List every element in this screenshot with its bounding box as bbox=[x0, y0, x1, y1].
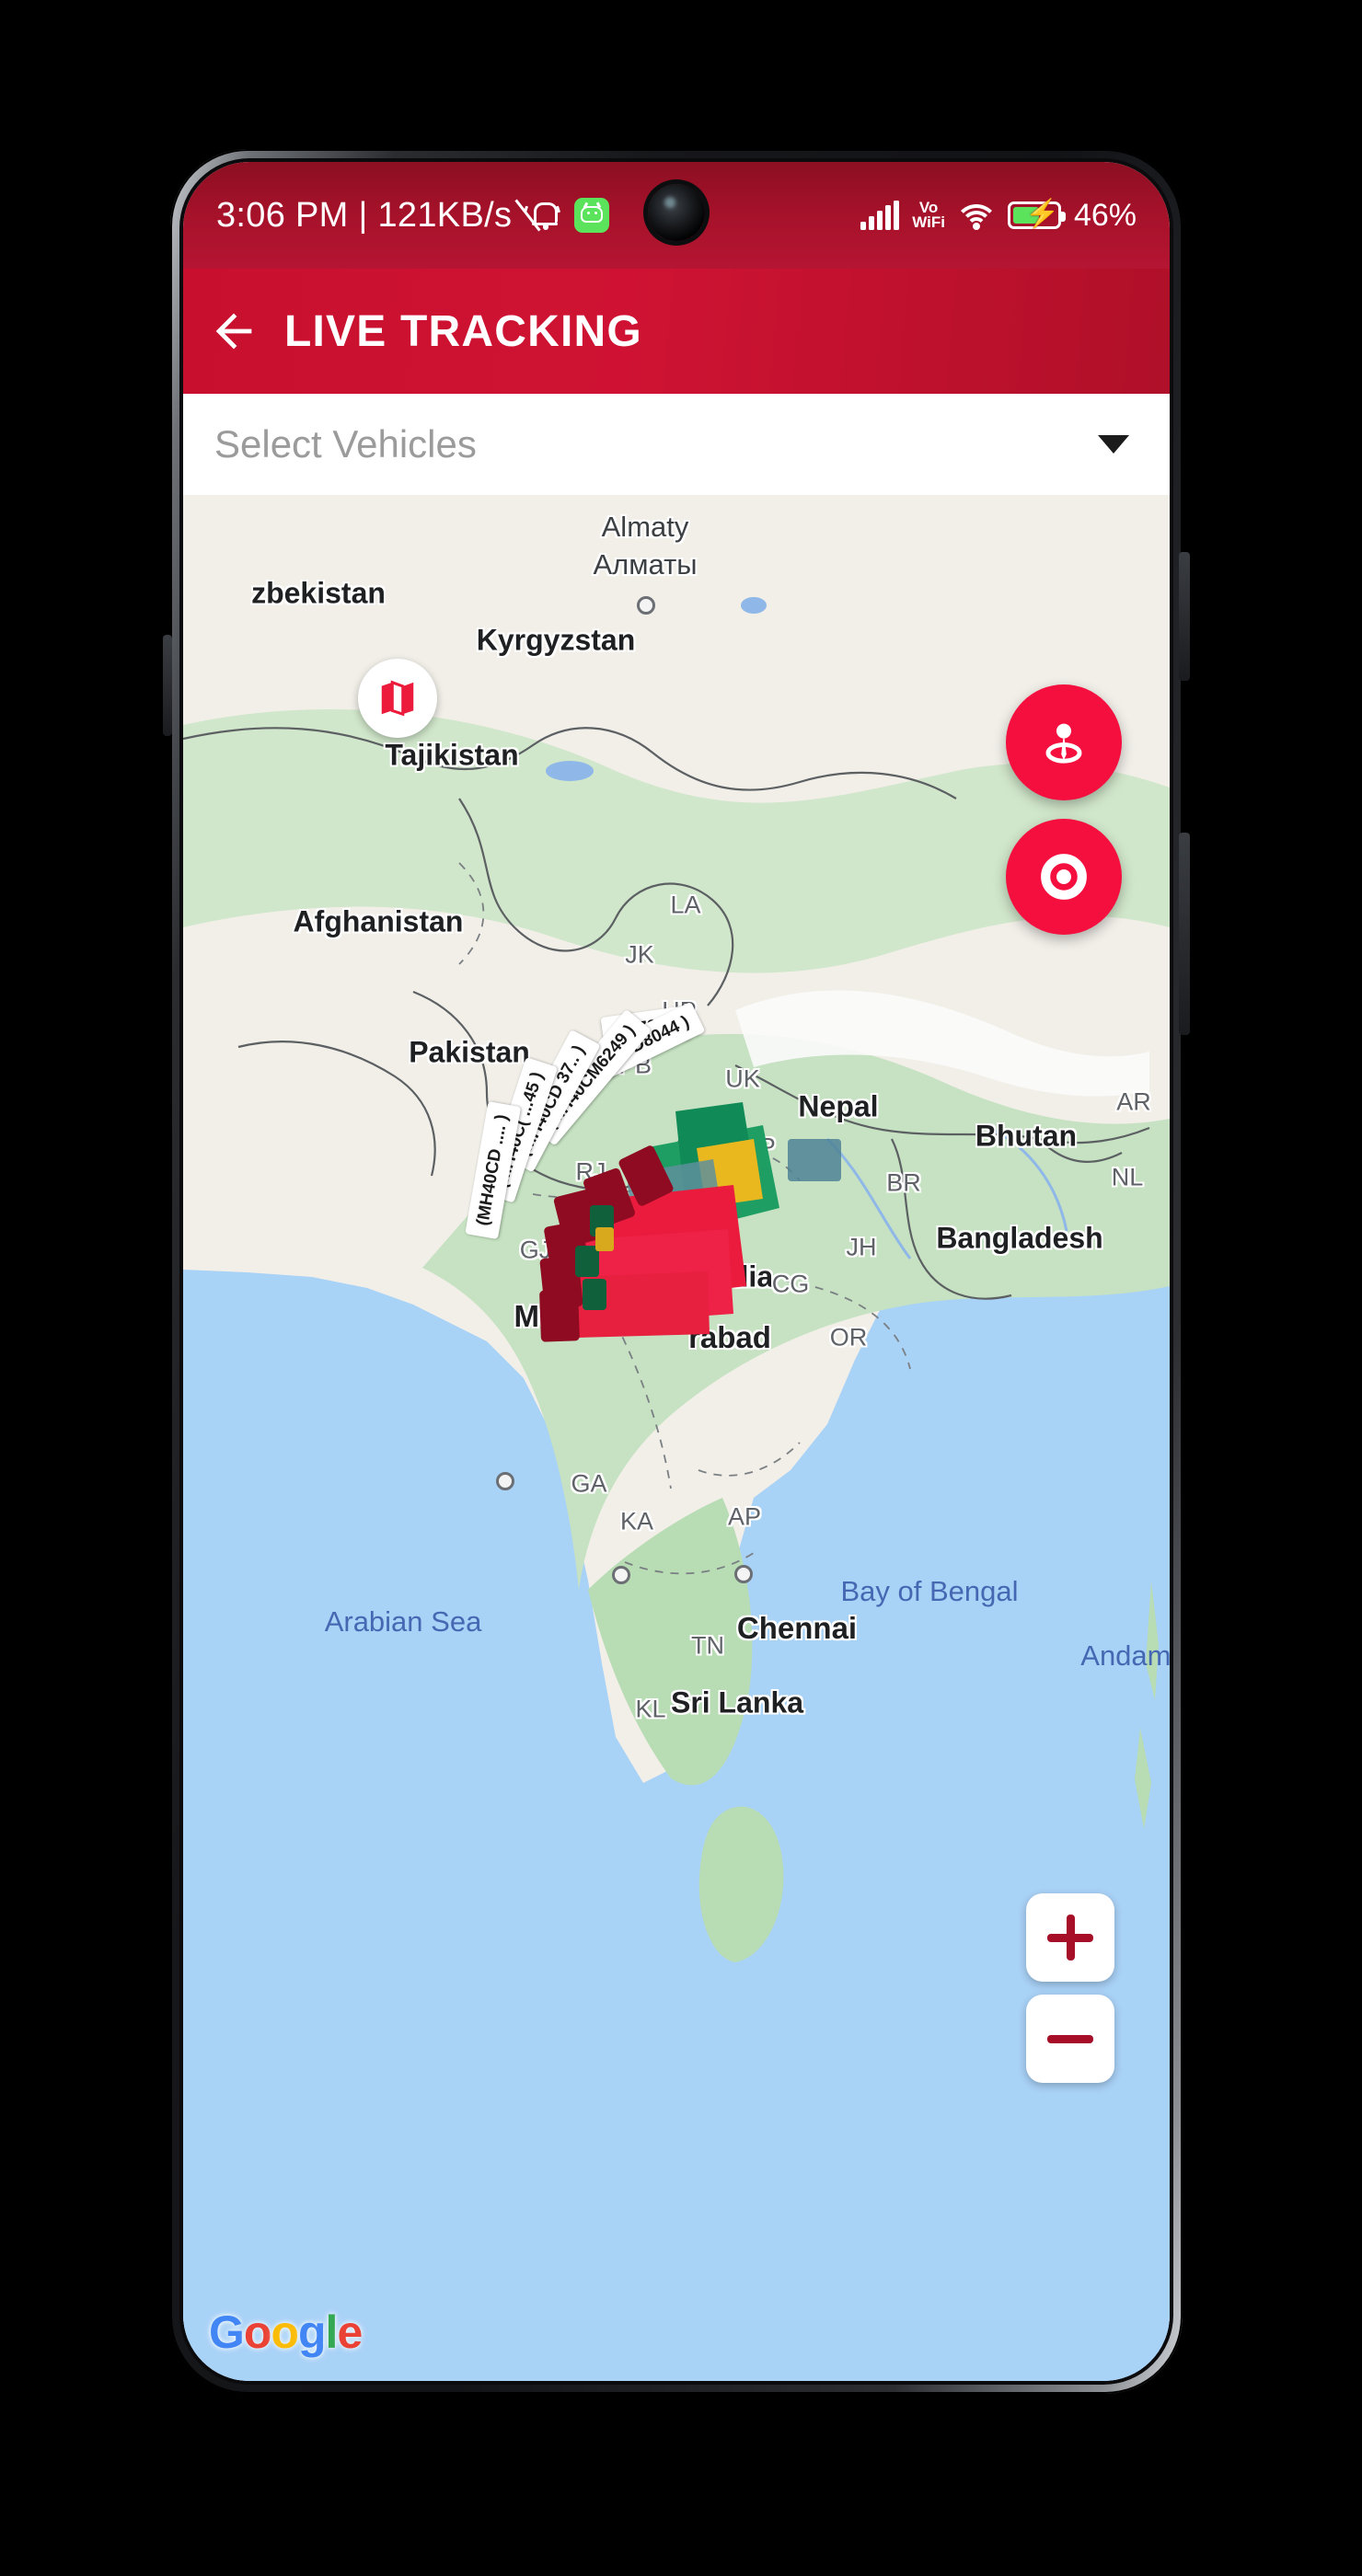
power-button[interactable] bbox=[1179, 833, 1190, 1035]
volte-label-bottom: WiFi bbox=[912, 213, 945, 231]
map-layers-button[interactable] bbox=[358, 659, 437, 738]
bell-mute-icon bbox=[514, 197, 561, 234]
google-logo-letter: o bbox=[271, 2306, 299, 2358]
map-city-dot bbox=[734, 1565, 753, 1583]
my-location-target-icon bbox=[1041, 854, 1087, 900]
wifi-icon bbox=[953, 201, 998, 230]
back-arrow-icon bbox=[215, 313, 252, 350]
google-logo-letter: G bbox=[209, 2306, 245, 2358]
side-button-left[interactable] bbox=[163, 635, 172, 736]
map-label-city: Almaty bbox=[601, 511, 689, 543]
app-bar: LIVE TRACKING bbox=[183, 269, 1170, 394]
page-title: LIVE TRACKING bbox=[284, 306, 642, 356]
map-label-state: AP bbox=[727, 1502, 762, 1531]
map-label-state: KL bbox=[635, 1695, 666, 1723]
vehicle-select-dropdown[interactable]: Select Vehicles bbox=[183, 394, 1170, 495]
plus-icon bbox=[1047, 1915, 1093, 1961]
minus-icon bbox=[1047, 2034, 1093, 2043]
map-label-country: Tajikistan bbox=[385, 738, 519, 772]
map-city-dot bbox=[637, 596, 655, 615]
set-location-button[interactable] bbox=[1006, 684, 1122, 800]
volume-button[interactable] bbox=[1179, 552, 1190, 681]
map-label-country: Bangladesh bbox=[936, 1221, 1103, 1255]
map-label-state: KA bbox=[619, 1507, 654, 1535]
battery-percent-label: 46% bbox=[1073, 197, 1137, 233]
map-label-city: Chennai bbox=[736, 1611, 858, 1645]
map-canvas[interactable]: Arabian Sea Bay of Bengal Andama zbekist… bbox=[183, 495, 1170, 2381]
phone-screen: 3:06 PM | 121KB/s Vo WiFi ⚡ 46% LIVE TRA… bbox=[183, 162, 1170, 2381]
map-label-city-native: Алматы bbox=[593, 548, 698, 581]
map-label-country: Sri Lanka bbox=[670, 1685, 804, 1719]
map-label-state: LA bbox=[670, 891, 701, 919]
screenshot-root: 3:06 PM | 121KB/s Vo WiFi ⚡ 46% LIVE TRA… bbox=[0, 0, 1362, 2576]
google-logo-letter: o bbox=[243, 2306, 272, 2358]
map-city-dot bbox=[496, 1472, 514, 1490]
signal-bars-icon bbox=[860, 201, 900, 230]
chevron-down-icon bbox=[1098, 435, 1129, 454]
google-logo: Google bbox=[209, 2306, 363, 2359]
google-logo-letter: e bbox=[337, 2306, 363, 2358]
zoom-out-button[interactable] bbox=[1026, 1995, 1114, 2083]
my-location-button[interactable] bbox=[1006, 819, 1122, 935]
map-label-country: Bhutan bbox=[975, 1119, 1078, 1153]
map-label-state: GA bbox=[571, 1469, 607, 1498]
map-label-state: NL bbox=[1111, 1163, 1144, 1191]
map-label-country: Kyrgyzstan bbox=[476, 623, 636, 657]
android-green-icon bbox=[574, 198, 610, 233]
front-camera-punch-hole bbox=[648, 184, 705, 241]
map-label-sea: Arabian Sea bbox=[324, 1605, 482, 1638]
map-label-state: JK bbox=[625, 940, 654, 969]
map-label-state: AR bbox=[1116, 1087, 1151, 1116]
location-pin-icon bbox=[1045, 723, 1082, 764]
status-bar-right: Vo WiFi ⚡ 46% bbox=[860, 198, 1137, 234]
map-label-state: BR bbox=[886, 1168, 921, 1197]
back-button[interactable] bbox=[183, 269, 284, 394]
status-clock: 3:06 PM | 121KB/s bbox=[216, 195, 513, 235]
status-bar-left: 3:06 PM | 121KB/s bbox=[216, 195, 610, 236]
map-label-sea: Bay of Bengal bbox=[840, 1575, 1019, 1607]
map-label-country: Afghanistan bbox=[293, 904, 464, 938]
vehicle-select-placeholder: Select Vehicles bbox=[214, 422, 477, 466]
google-logo-letter: l bbox=[325, 2306, 339, 2358]
map-label-sea: Andama bbox=[1080, 1639, 1170, 1672]
map-label-country: zbekistan bbox=[251, 576, 386, 610]
volte-wifi-icon: Vo WiFi bbox=[912, 200, 945, 231]
map-label-state: TN bbox=[691, 1631, 724, 1660]
map-city-dot bbox=[612, 1566, 630, 1584]
map-layers-icon bbox=[381, 680, 414, 717]
zoom-in-button[interactable] bbox=[1026, 1893, 1114, 1982]
google-logo-letter: g bbox=[298, 2306, 327, 2358]
battery-charging-icon: ⚡ bbox=[1007, 201, 1066, 229]
vehicle-marker-cluster[interactable]: ...1728 ) (MH40CD8044 ) (MH40CM6249 ) (M… bbox=[465, 1001, 873, 1378]
